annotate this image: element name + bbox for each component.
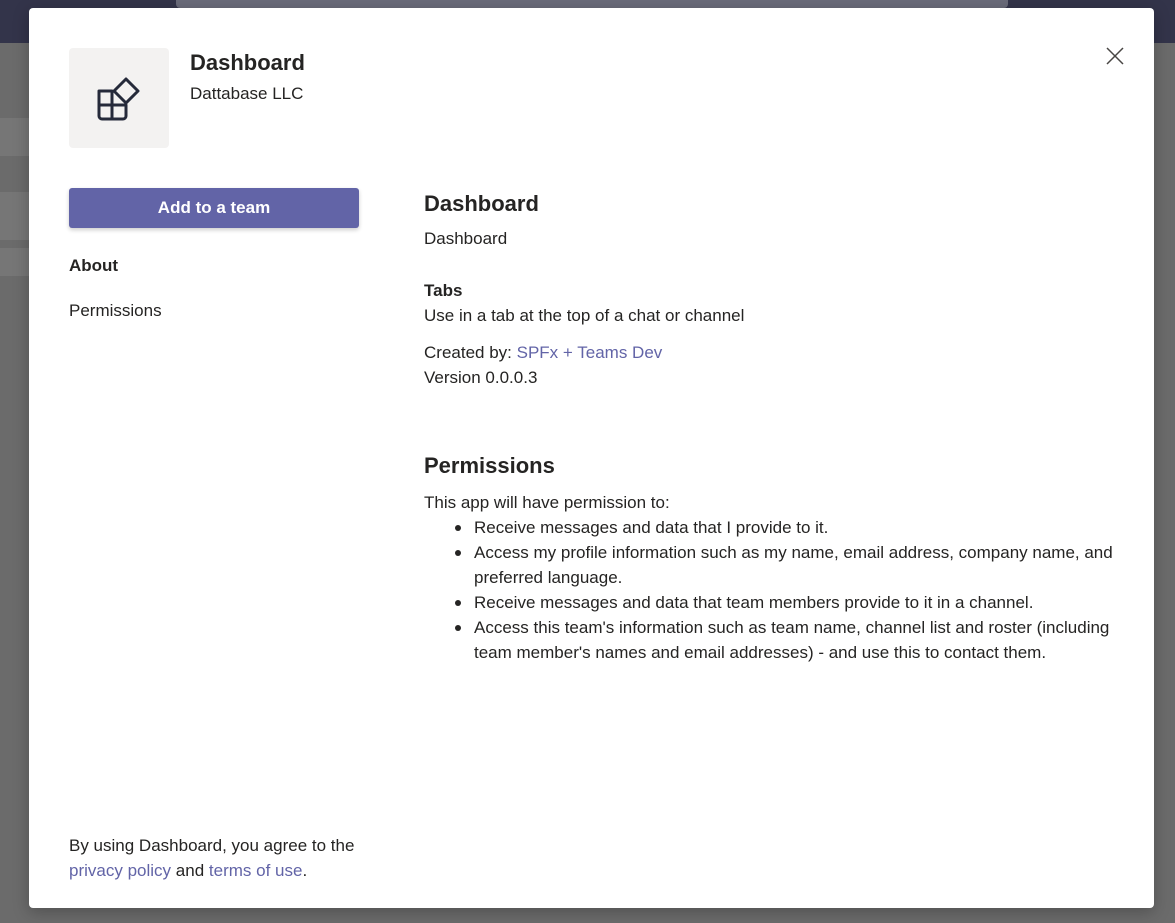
app-version: Version 0.0.0.3 [424,368,538,387]
terms-footer: By using Dashboard, you agree to the pri… [69,833,369,883]
permission-item: Receive messages and data that team memb… [455,590,1114,615]
permission-item: Receive messages and data that I provide… [455,515,1114,540]
privacy-policy-link[interactable]: privacy policy [69,861,171,880]
add-to-team-button[interactable]: Add to a team [69,188,359,228]
permission-item: Access this team's information such as t… [455,615,1114,665]
permissions-title: Permissions [424,453,555,478]
nav-item-permissions[interactable]: Permissions [69,301,162,321]
app-icon-container [69,48,169,148]
app-name: Dashboard [190,50,305,75]
nav-item-about[interactable]: About [69,256,118,276]
about-title: Dashboard [424,191,539,216]
app-publisher: Dattabase LLC [190,84,304,103]
footer-text: By using Dashboard, you agree to the [69,836,355,855]
tabs-description: Use in a tab at the top of a chat or cha… [424,306,745,325]
about-description: Dashboard [424,229,508,248]
background-list-item [0,118,29,156]
permissions-intro: This app will have permission to: [424,493,670,512]
permission-item: Access my profile information such as my… [455,540,1114,590]
permissions-list: Receive messages and data that I provide… [424,515,1114,665]
created-by: Created by: SPFx + Teams Dev [424,340,1114,365]
background-list-item [0,192,29,240]
close-icon [1106,47,1124,65]
details-panel: Dashboard Dashboard Tabs Use in a tab at… [424,190,1114,665]
tabs-heading: Tabs [424,281,463,300]
created-by-label: Created by: [424,343,512,362]
background-list-item [0,248,29,276]
background-search-box [176,0,1008,8]
app-details-dialog: Dashboard Dattabase LLC Add to a team Ab… [29,8,1154,908]
developer-link[interactable]: SPFx + Teams Dev [517,343,663,362]
terms-of-use-link[interactable]: terms of use [209,861,303,880]
footer-and: and [175,861,205,880]
app-icon [97,77,140,121]
footer-period: . [302,861,308,880]
close-button[interactable] [1103,44,1127,68]
